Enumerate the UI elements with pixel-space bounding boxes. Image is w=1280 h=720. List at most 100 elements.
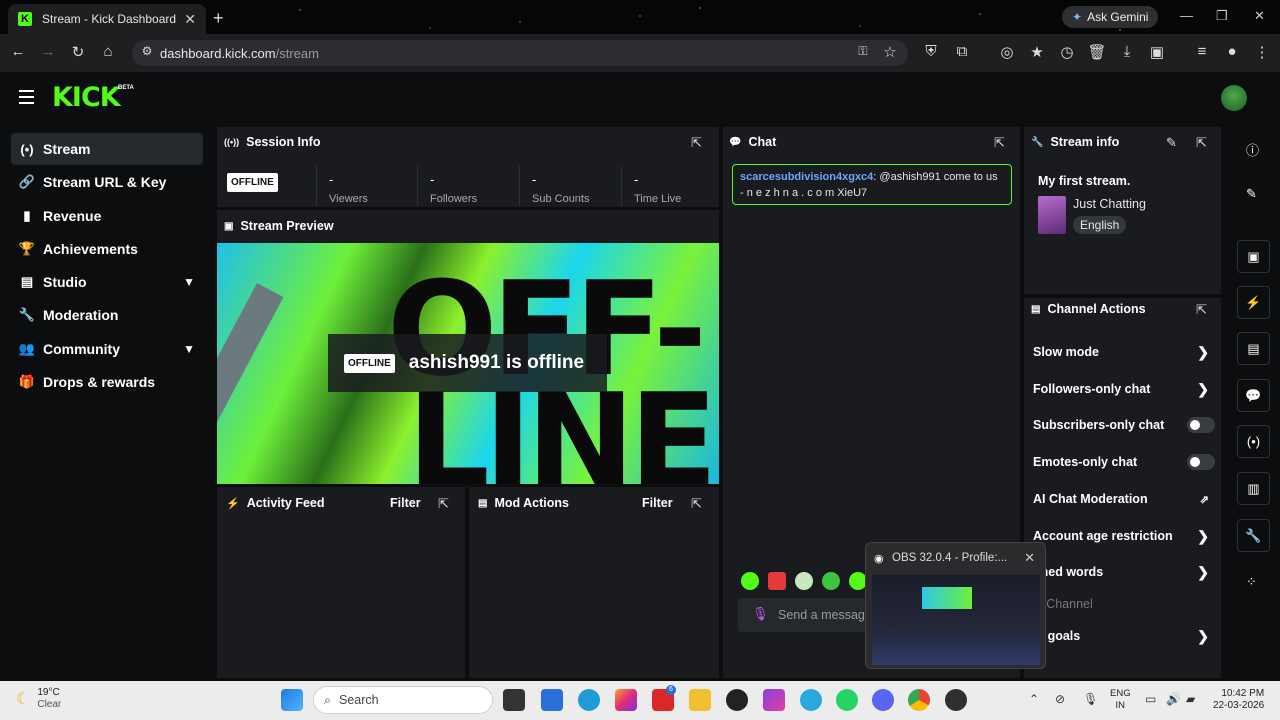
- emote-icon[interactable]: [741, 572, 759, 590]
- incognito-icon[interactable]: ◎: [997, 43, 1017, 61]
- whatsapp-app-icon[interactable]: [836, 689, 858, 711]
- battery-icon[interactable]: ▰: [1186, 692, 1195, 706]
- store-app-icon[interactable]: [541, 689, 563, 711]
- extensions-puzzle-icon[interactable]: ⧉: [952, 43, 972, 60]
- banned-words-action[interactable]: nned words ❯: [1033, 564, 1215, 580]
- volume-icon[interactable]: 🔊: [1166, 692, 1181, 706]
- minimize-icon[interactable]: —: [1180, 8, 1193, 23]
- popout-icon[interactable]: ⇱: [691, 496, 702, 512]
- chat-username[interactable]: scarcesubdivision4xgxc4: [740, 171, 873, 183]
- clipchamp-app-icon[interactable]: [763, 689, 785, 711]
- subscribers-only-toggle[interactable]: [1187, 417, 1215, 433]
- shield-extension-icon[interactable]: ⛨: [921, 43, 941, 60]
- emote-icon[interactable]: [768, 572, 786, 590]
- chevron-down-icon[interactable]: ▼: [183, 342, 195, 356]
- home-icon[interactable]: ⌂: [98, 43, 118, 60]
- popout-icon[interactable]: ⇱: [691, 135, 702, 151]
- host-channel-action[interactable]: st Channel: [1033, 597, 1215, 611]
- microphone-tray-icon[interactable]: 🎙: [1083, 692, 1098, 706]
- taskbar-search[interactable]: ⌕ Search: [313, 686, 493, 714]
- kick-logo[interactable]: KICK: [52, 82, 121, 113]
- window-close-icon[interactable]: ✕: [1254, 8, 1265, 24]
- sidebar-item-revenue[interactable]: ▮ Revenue: [11, 200, 203, 232]
- activity-lightning-icon[interactable]: ⚡: [1237, 286, 1270, 319]
- sidebar-item-achievements[interactable]: 🏆 Achievements: [11, 233, 203, 265]
- obs-app-icon[interactable]: [945, 689, 967, 711]
- screenshot-icon[interactable]: ▣: [1147, 43, 1167, 61]
- sidebar-item-drops-rewards[interactable]: 🎁 Drops & rewards: [11, 366, 203, 398]
- popout-icon[interactable]: ⇱: [1196, 302, 1207, 318]
- browser-tab[interactable]: K Stream - Kick Dashboard ✕: [8, 4, 206, 34]
- browser-menu-icon[interactable]: ⋮: [1252, 43, 1272, 61]
- category-thumbnail[interactable]: [1038, 196, 1066, 234]
- user-avatar[interactable]: [1221, 85, 1247, 111]
- task-view-icon[interactable]: [503, 689, 525, 711]
- notification-app-icon[interactable]: 6: [652, 685, 676, 711]
- language-indicator[interactable]: ENG IN: [1110, 688, 1131, 712]
- network-icon[interactable]: ⊘: [1055, 692, 1065, 706]
- sidebar-item-studio[interactable]: ▤ Studio ▼: [11, 266, 203, 298]
- display-icon[interactable]: ▭: [1145, 692, 1156, 706]
- tab-close-button[interactable]: ✕: [184, 11, 196, 28]
- microphone-icon[interactable]: 🎙: [752, 606, 769, 622]
- emote-icon[interactable]: [822, 572, 840, 590]
- tray-chevron-up-icon[interactable]: ⌃: [1029, 692, 1039, 706]
- category-name[interactable]: Just Chatting: [1073, 197, 1146, 211]
- system-clock[interactable]: 10:42 PM 22-03-2026: [1213, 688, 1264, 712]
- sidebar-item-moderation[interactable]: 🔧 Moderation: [11, 299, 203, 331]
- new-tab-button[interactable]: +: [213, 8, 224, 29]
- edge-app-icon[interactable]: [578, 689, 600, 711]
- info-icon[interactable]: ⓘ: [1246, 140, 1259, 159]
- site-info-icon[interactable]: ⚙: [137, 44, 157, 58]
- instagram-app-icon[interactable]: [615, 689, 637, 711]
- back-icon[interactable]: ←: [8, 43, 28, 60]
- mod-actions-doc-icon[interactable]: ▤: [1237, 332, 1270, 365]
- ai-chat-moderation-action[interactable]: AI Chat Moderation ⇗: [1033, 492, 1215, 506]
- telegram-app-icon[interactable]: [800, 689, 822, 711]
- reload-icon[interactable]: ↻: [68, 43, 88, 61]
- sidebar-item-stream-url-key[interactable]: 🔗 Stream URL & Key: [11, 166, 203, 198]
- windows-start-icon[interactable]: [281, 689, 303, 711]
- obs-taskbar-preview[interactable]: ◉ OBS 32.0.4 - Profile:... ✕: [865, 542, 1046, 669]
- bookmark-star-icon[interactable]: ☆: [880, 43, 900, 61]
- popout-icon[interactable]: ⇱: [1196, 135, 1207, 151]
- chat-message[interactable]: scarcesubdivision4xgxc4: @ashish991 come…: [732, 164, 1012, 205]
- edit-pencil-icon[interactable]: ✎: [1246, 186, 1257, 202]
- activity-filter-button[interactable]: Filter: [390, 496, 421, 510]
- chat-toggle-icon[interactable]: 💬: [1237, 379, 1270, 412]
- profile-avatar-icon[interactable]: ●: [1222, 43, 1242, 60]
- followers-only-action[interactable]: Followers-only chat ❯: [1033, 381, 1215, 397]
- chrome-app-icon[interactable]: [908, 689, 930, 711]
- file-explorer-icon[interactable]: [689, 689, 711, 711]
- forward-icon[interactable]: →: [38, 43, 58, 60]
- sidebar-item-stream[interactable]: (•) Stream: [11, 133, 203, 165]
- discord-app-icon[interactable]: [872, 689, 894, 711]
- set-goals-action[interactable]: et goals ❯: [1033, 628, 1215, 644]
- delete-icon[interactable]: 🗑: [1087, 43, 1107, 61]
- slow-mode-action[interactable]: Slow mode ❯: [1033, 344, 1215, 360]
- preview-toggle-icon[interactable]: ▣: [1237, 240, 1270, 273]
- wrench-toggle-icon[interactable]: 🔧: [1237, 519, 1270, 552]
- download-icon[interactable]: ⤓: [1117, 43, 1137, 60]
- ask-gemini-button[interactable]: ✦ Ask Gemini: [1062, 6, 1159, 28]
- chatgpt-app-icon[interactable]: [726, 689, 748, 711]
- hamburger-menu-icon[interactable]: [19, 90, 34, 104]
- edit-pencil-icon[interactable]: ✎: [1166, 135, 1177, 151]
- emotes-only-toggle[interactable]: [1187, 454, 1215, 470]
- address-bar[interactable]: dashboard.kick.com/stream: [132, 40, 908, 66]
- emote-icon[interactable]: [795, 572, 813, 590]
- bookmarks-icon[interactable]: ★: [1027, 43, 1047, 61]
- chevron-down-icon[interactable]: ▼: [183, 275, 195, 289]
- restore-icon[interactable]: ❐: [1216, 8, 1228, 24]
- weather-widget[interactable]: ☾ 19°C Clear: [16, 687, 61, 711]
- account-age-action[interactable]: Account age restriction ❯: [1033, 528, 1215, 544]
- mod-filter-button[interactable]: Filter: [642, 496, 673, 510]
- popout-icon[interactable]: ⇱: [438, 496, 449, 512]
- popout-icon[interactable]: ⇱: [994, 135, 1005, 151]
- obs-close-button[interactable]: ✕: [1024, 550, 1035, 566]
- reading-list-icon[interactable]: ≡: [1192, 43, 1212, 60]
- password-key-icon[interactable]: ⚿: [853, 44, 873, 59]
- channel-actions-icon[interactable]: ▥: [1237, 472, 1270, 505]
- sidebar-item-community[interactable]: 👥 Community ▼: [11, 333, 203, 365]
- layout-dots-icon[interactable]: ⁘: [1246, 574, 1257, 590]
